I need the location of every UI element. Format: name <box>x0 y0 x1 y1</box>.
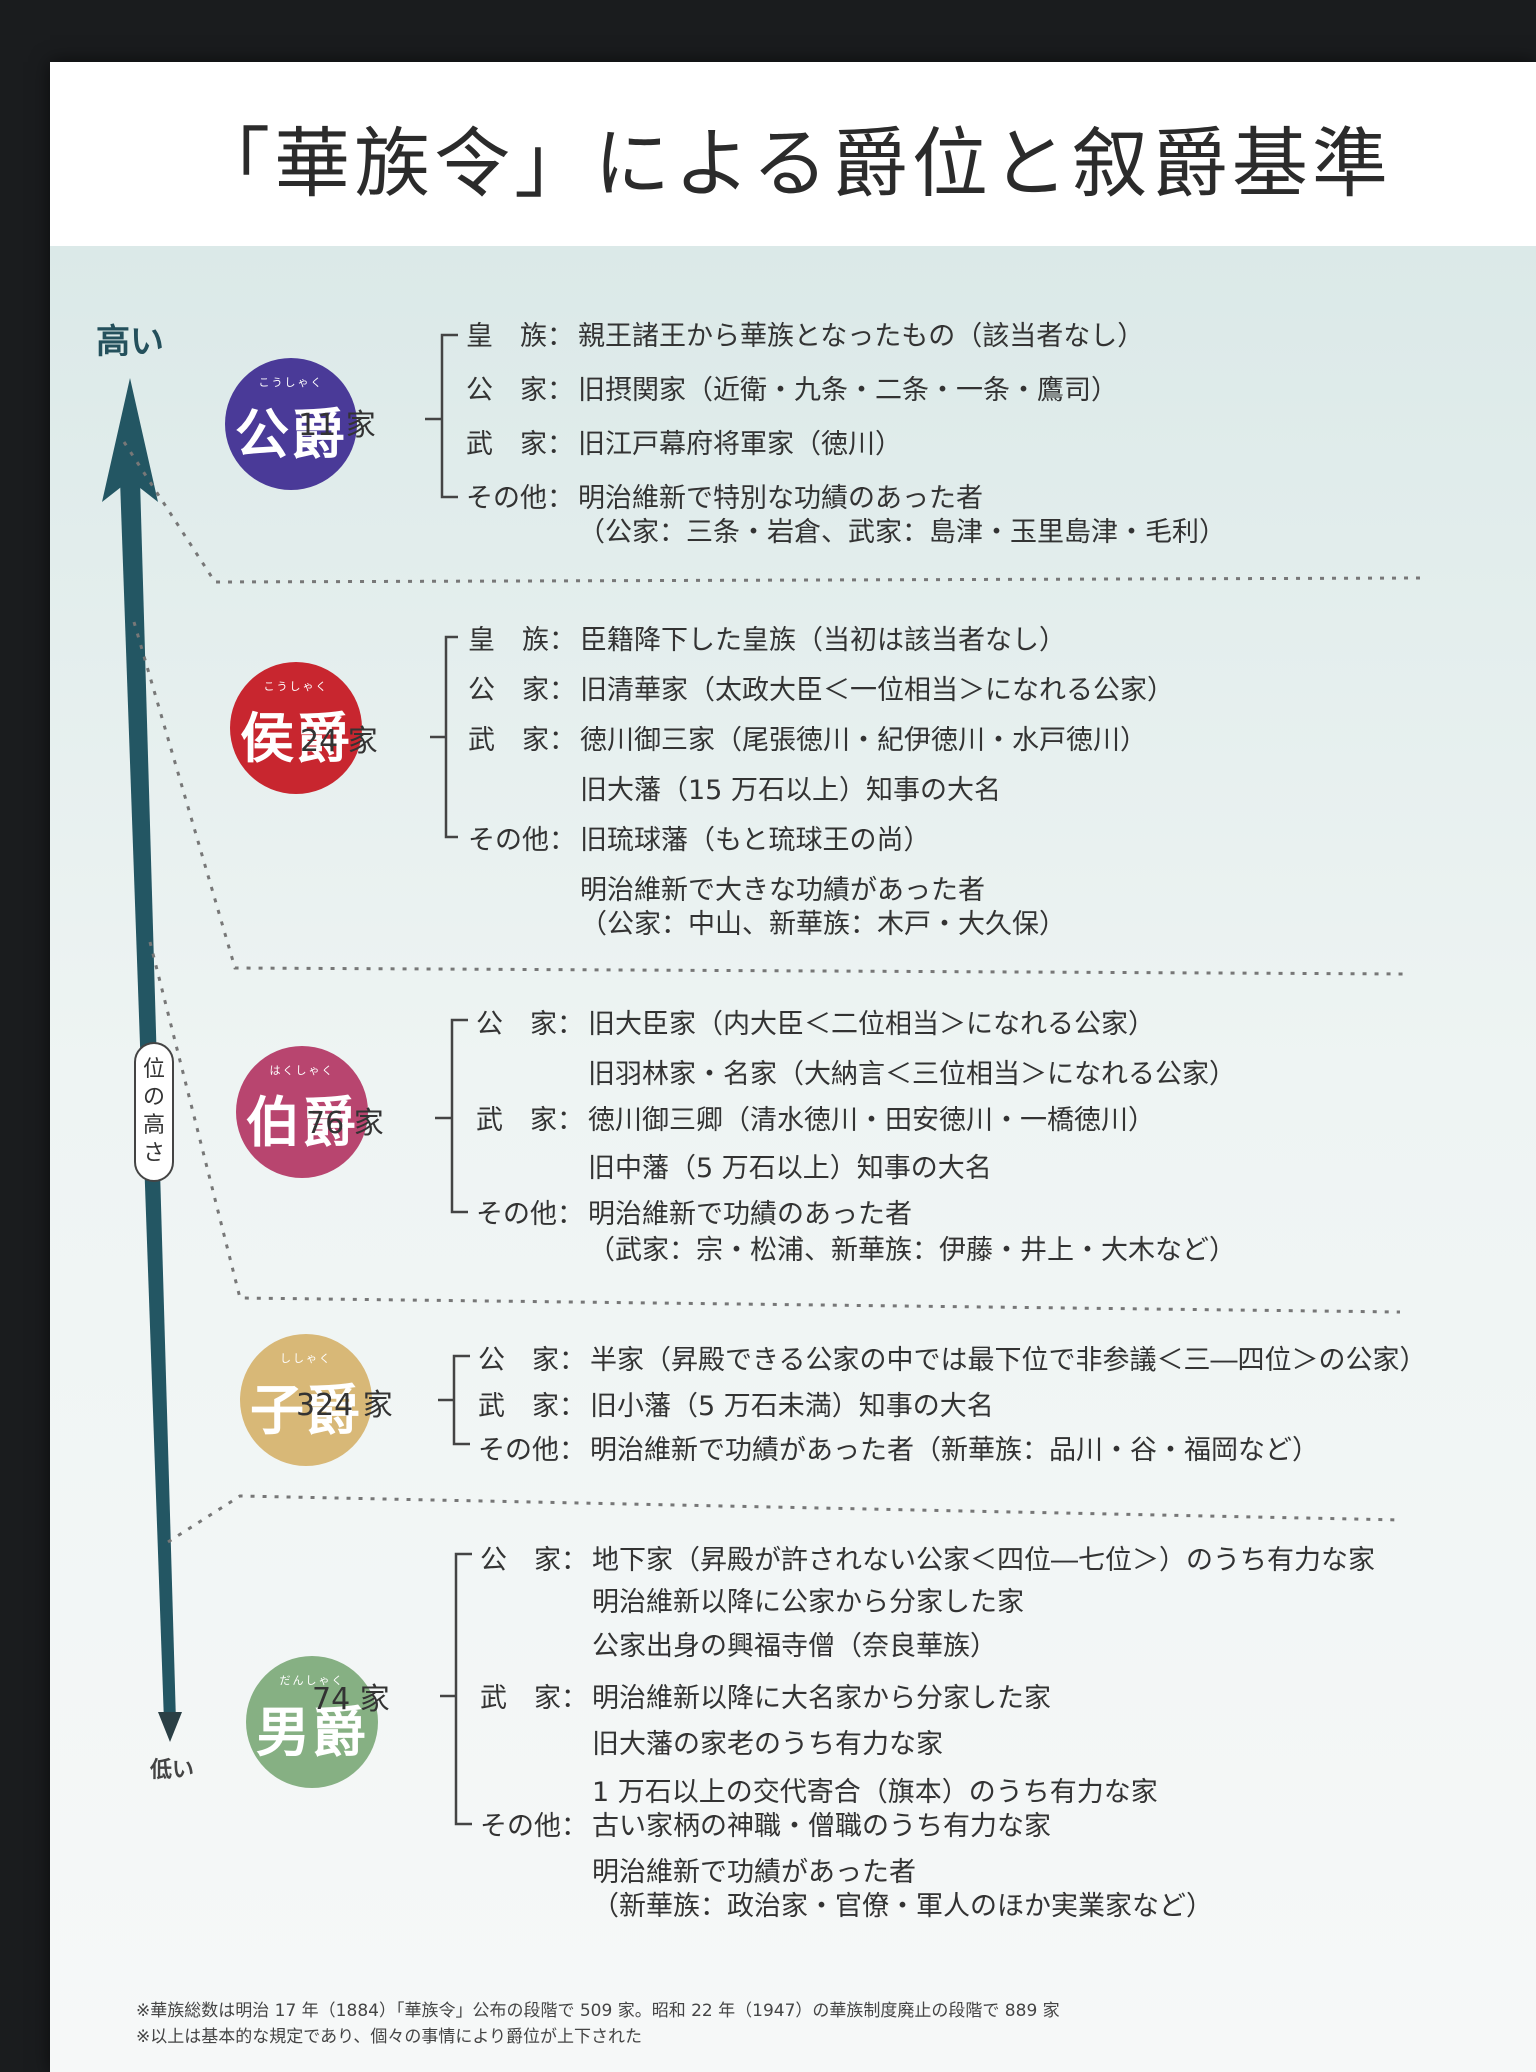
bracket-koshaku <box>425 333 458 499</box>
bracket-koshaku-ko <box>430 635 458 839</box>
criteria-text: 地下家（昇殿が許されない公家＜四位―七位＞）のうち有力な家 <box>592 1545 1375 1576</box>
criteria-text: 旧摂関家（近衛・九条・二条・一条・鷹司） <box>578 375 1118 406</box>
axis-low-label: 低い <box>150 1758 195 1783</box>
axis-height-label: 位の高さ <box>134 1042 174 1182</box>
rank-ruby: はくしゃく <box>269 1064 335 1077</box>
criteria-text: （武家：宗・松浦、新華族：伊藤・井上・大木など） <box>588 1235 1236 1266</box>
rank-count: 74 家 <box>312 1682 390 1717</box>
bracket-hakushaku <box>435 1018 468 1214</box>
criteria-text: 旧大臣家（内大臣＜二位相当＞になれる公家） <box>588 1009 1155 1040</box>
criteria-label: 武 家： <box>468 725 576 756</box>
criteria-label: 武 家： <box>466 429 574 460</box>
criteria-text: 徳川御三卿（清水徳川・田安徳川・一橋徳川） <box>588 1105 1155 1136</box>
axis-high-label: 高い <box>96 322 164 362</box>
criteria-label: その他： <box>476 1199 584 1230</box>
criteria-text: 明治維新以降に公家から分家した家 <box>592 1587 1024 1618</box>
criteria-text: （新華族：政治家・官僚・軍人のほか実業家など） <box>592 1891 1213 1922</box>
criteria-text: 旧江戸幕府将軍家（徳川） <box>578 429 902 460</box>
criteria-label: その他： <box>478 1435 586 1466</box>
criteria-text: 親王諸王から華族となったもの（該当者なし） <box>578 321 1145 352</box>
criteria-text: （公家：三条・岩倉、武家：島津・玉里島津・毛利） <box>578 517 1226 548</box>
criteria-text: 旧大藩（15 万石以上）知事の大名 <box>580 775 1001 806</box>
criteria-text: 旧中藩（5 万石以上）知事の大名 <box>588 1153 992 1184</box>
rank-ruby: こうしゃく <box>258 376 324 389</box>
criteria-text: 古い家柄の神職・僧職のうち有力な家 <box>592 1811 1051 1842</box>
criteria-text: 臣籍降下した皇族（当初は該当者なし） <box>580 625 1066 656</box>
criteria-text: 旧羽林家・名家（大納言＜三位相当＞になれる公家） <box>588 1059 1236 1090</box>
criteria-text: 明治維新で功績があった者（新華族：品川・谷・福岡など） <box>590 1435 1319 1466</box>
criteria-text: 明治維新で功績のあった者 <box>588 1199 912 1230</box>
criteria-text: 旧琉球藩（もと琉球王の尚） <box>580 825 931 856</box>
criteria-label: 公 家： <box>480 1545 588 1576</box>
criteria-label: 公 家： <box>476 1009 584 1040</box>
footnote: ※華族総数は明治 17 年（1884）「華族令」公布の段階で 509 家。昭和 … <box>136 2001 1060 2021</box>
criteria-text: 半家（昇殿できる公家の中では最下位で非参議＜三―四位＞の公家） <box>590 1345 1427 1376</box>
exhibit-panel: 「華族令」による爵位と叙爵基準 高い 位の高さ 低い こうしゃく 公爵 11 家… <box>50 62 1536 2072</box>
rank-count: 76 家 <box>306 1106 384 1141</box>
rank-count: 11 家 <box>298 408 376 443</box>
criteria-label: 武 家： <box>478 1391 586 1422</box>
criteria-label: 公 家： <box>466 375 574 406</box>
criteria-label: 皇 族： <box>468 625 576 656</box>
bracket-danshaku <box>440 1552 472 1826</box>
rank-count: 24 家 <box>300 724 378 759</box>
criteria-text: 明治維新以降に大名家から分家した家 <box>592 1683 1051 1714</box>
rank-count: 324 家 <box>296 1388 393 1423</box>
criteria-label: その他： <box>480 1811 588 1842</box>
bracket-shishaku <box>438 1354 470 1446</box>
criteria-label: 武 家： <box>476 1105 584 1136</box>
criteria-text: 旧清華家（太政大臣＜一位相当＞になれる公家） <box>580 675 1174 706</box>
footnote: ※以上は基本的な規定であり、個々の事情により爵位が上下された <box>136 2027 643 2047</box>
criteria-label: その他： <box>466 483 574 514</box>
axis-arrow-tail <box>158 1712 182 1742</box>
criteria-label: 公 家： <box>478 1345 586 1376</box>
criteria-label: 武 家： <box>480 1683 588 1714</box>
criteria-label: 皇 族： <box>466 321 574 352</box>
rank-ruby: ししゃく <box>280 1352 332 1365</box>
criteria-text: 徳川御三家（尾張徳川・紀伊徳川・水戸徳川） <box>580 725 1147 756</box>
criteria-text: 公家出身の興福寺僧（奈良華族） <box>592 1631 997 1662</box>
criteria-label: 公 家： <box>468 675 576 706</box>
criteria-text: 旧小藩（5 万石未満）知事の大名 <box>590 1391 994 1422</box>
criteria-text: 旧大藩の家老のうち有力な家 <box>592 1729 943 1760</box>
criteria-label: その他： <box>468 825 576 856</box>
rank-ruby: こうしゃく <box>263 680 329 693</box>
criteria-text: （公家：中山、新華族：木戸・大久保） <box>580 909 1066 940</box>
separator-4 <box>167 1494 1401 1544</box>
